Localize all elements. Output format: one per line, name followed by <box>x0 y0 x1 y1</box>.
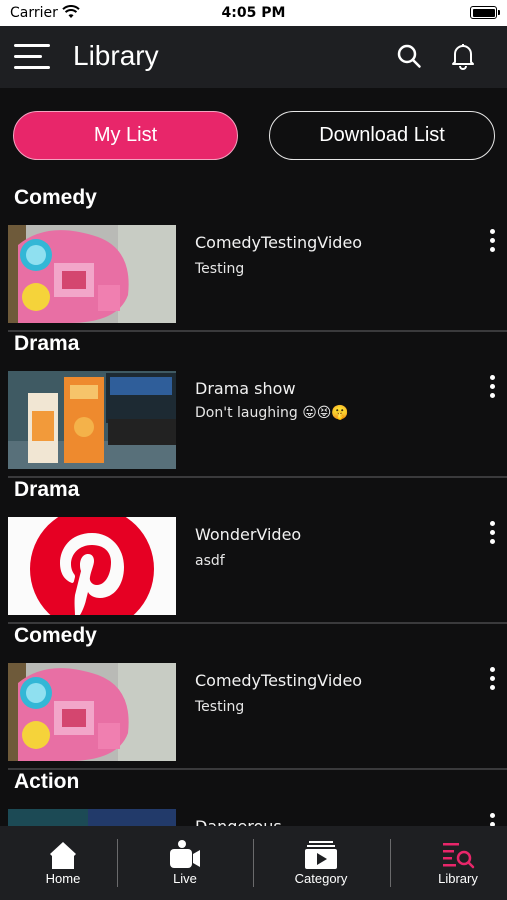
tab-label: Category <box>294 871 348 886</box>
tab-label: Live <box>173 871 197 886</box>
more-options-icon[interactable] <box>488 521 498 547</box>
video-title[interactable]: ComedyTestingVideo <box>195 671 362 690</box>
more-options-icon[interactable] <box>488 375 498 401</box>
video-subtitle: Testing <box>195 261 245 277</box>
search-icon[interactable] <box>396 43 422 73</box>
video-thumbnail[interactable] <box>8 371 176 469</box>
page-title: Library <box>73 40 159 71</box>
category-heading: Comedy <box>14 186 97 209</box>
home-icon <box>48 840 78 874</box>
category-heading: Drama <box>14 478 80 501</box>
category-play-icon <box>304 840 338 874</box>
tab-label: Home <box>45 871 81 886</box>
tab-live[interactable]: Live <box>122 826 248 900</box>
video-thumbnail[interactable] <box>8 663 176 761</box>
live-camera-icon <box>168 840 202 874</box>
video-title[interactable]: ComedyTestingVideo <box>195 233 362 252</box>
bottom-tab-bar: Home Live Category Library <box>0 826 507 900</box>
status-bar: Carrier 4:05 PM <box>0 0 507 26</box>
category-heading: Action <box>14 770 80 793</box>
app-header: Library <box>0 26 507 88</box>
bell-icon[interactable] <box>450 42 476 74</box>
divider <box>8 768 507 770</box>
divider <box>8 330 507 332</box>
tab-separator <box>117 839 118 887</box>
divider <box>8 476 507 478</box>
my-list-button[interactable]: My List <box>13 111 238 160</box>
video-subtitle: asdf <box>195 553 225 569</box>
video-title[interactable]: Drama show <box>195 379 296 398</box>
video-thumbnail[interactable] <box>8 517 176 615</box>
more-options-icon[interactable] <box>488 667 498 693</box>
battery-icon <box>470 6 500 19</box>
video-thumbnail[interactable] <box>8 225 176 323</box>
tab-separator <box>390 839 391 887</box>
tab-label: Library <box>438 871 478 886</box>
download-list-button[interactable]: Download List <box>269 111 495 160</box>
video-title[interactable]: WonderVideo <box>195 525 301 544</box>
tab-separator <box>253 839 254 887</box>
tab-library[interactable]: Library <box>395 826 507 900</box>
category-heading: Drama <box>14 332 80 355</box>
more-options-icon[interactable] <box>488 229 498 255</box>
menu-icon[interactable] <box>14 42 52 72</box>
tab-category[interactable]: Category <box>258 826 384 900</box>
video-subtitle: Don't laughing 😛😝🤫 <box>195 405 349 421</box>
library-search-icon <box>441 840 475 874</box>
clock: 4:05 PM <box>221 5 286 21</box>
video-subtitle: Testing <box>195 699 245 715</box>
category-heading: Comedy <box>14 624 97 647</box>
tab-home[interactable]: Home <box>0 826 126 900</box>
